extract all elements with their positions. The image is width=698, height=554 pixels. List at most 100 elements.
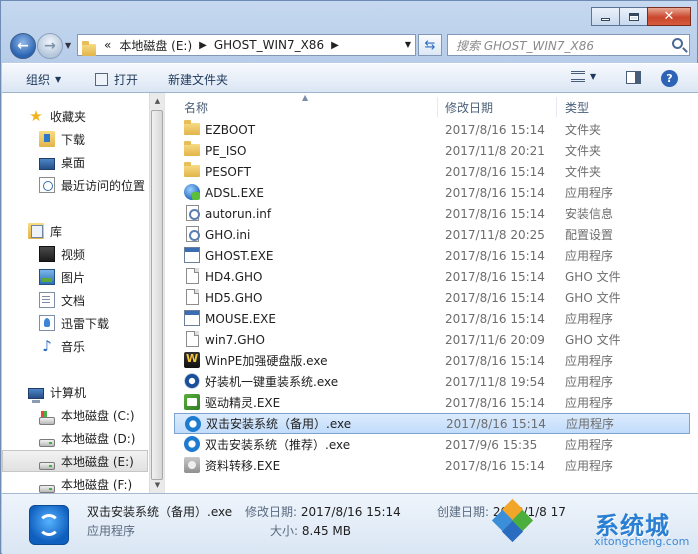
column-separator[interactable] xyxy=(437,97,438,117)
document-library-icon xyxy=(39,292,55,308)
recent-pages-dropdown[interactable]: ▼ xyxy=(65,41,71,50)
file-row[interactable]: win7.GHO 2017/11/6 20:09 GHO 文件 xyxy=(174,329,690,350)
transfer-icon xyxy=(184,457,200,473)
sidebar-libraries[interactable]: 库 xyxy=(2,220,148,242)
column-header-date[interactable]: 修改日期 xyxy=(445,99,493,116)
file-row[interactable]: GHOST.EXE 2017/8/16 15:14 应用程序 xyxy=(174,245,690,266)
forward-button[interactable]: → xyxy=(37,33,63,59)
address-overflow[interactable]: « xyxy=(104,38,111,52)
column-header-name[interactable]: 名称 xyxy=(184,99,208,116)
chevron-down-icon: ▼ xyxy=(55,75,62,84)
config-file-icon xyxy=(186,205,200,221)
sidebar-item-drive-e[interactable]: 本地磁盘 (E:) xyxy=(2,450,148,472)
file-name: win7.GHO xyxy=(205,332,265,347)
file-name: 驱动精灵.EXE xyxy=(205,396,281,410)
sidebar-item-videos[interactable]: 视频 xyxy=(2,243,148,265)
chevron-right-icon[interactable]: ▶ xyxy=(331,40,339,51)
sidebar-computer[interactable]: 计算机 xyxy=(2,381,148,403)
file-name: WinPE加强硬盘版.exe xyxy=(205,354,328,368)
sidebar-item-drive-d[interactable]: 本地磁盘 (D:) xyxy=(2,427,148,449)
scroll-down-icon[interactable]: ▼ xyxy=(150,477,165,493)
file-type: 文件夹 xyxy=(565,165,602,179)
sidebar-item-drive-c[interactable]: 本地磁盘 (C:) xyxy=(2,404,148,426)
file-name: 好装机一键重装系统.exe xyxy=(205,375,339,389)
back-button[interactable]: ← xyxy=(10,33,36,59)
file-date: 2017/8/16 15:14 xyxy=(445,122,545,137)
sidebar-item-downloads[interactable]: 下载 xyxy=(2,128,148,150)
thunder-download-icon xyxy=(39,315,55,331)
minimize-button[interactable] xyxy=(591,7,620,26)
file-row[interactable]: autorun.inf 2017/8/16 15:14 安装信息 xyxy=(174,203,690,224)
help-button[interactable]: ? xyxy=(661,70,678,87)
caption-buttons: ✕ xyxy=(591,7,691,26)
sidebar-item-drive-f[interactable]: 本地磁盘 (F:) xyxy=(2,473,148,495)
sidebar-favorites[interactable]: ★ 收藏夹 xyxy=(2,105,148,127)
sidebar-item-music[interactable]: ♪ 音乐 xyxy=(2,335,148,357)
file-row[interactable]: 好装机一键重装系统.exe 2017/11/8 19:54 应用程序 xyxy=(174,371,690,392)
sidebar-item-thunder-downloads[interactable]: 迅雷下载 xyxy=(2,312,148,334)
downloads-folder-icon xyxy=(39,131,55,147)
file-icon xyxy=(186,268,199,284)
address-bar[interactable]: « 本地磁盘 (E:) ▶ GHOST_WIN7_X86 ▶ ▼ xyxy=(77,34,416,56)
file-type: 应用程序 xyxy=(566,417,615,431)
file-row[interactable]: 资料转移.EXE 2017/8/16 15:14 应用程序 xyxy=(174,455,690,476)
exe-icon xyxy=(184,310,200,326)
scroll-up-icon[interactable]: ▲ xyxy=(150,93,165,109)
file-row[interactable]: MOUSE.EXE 2017/8/16 15:14 应用程序 xyxy=(174,308,690,329)
open-button[interactable]: 打开 xyxy=(95,71,138,88)
maximize-button[interactable] xyxy=(619,7,648,26)
address-dropdown-icon[interactable]: ▼ xyxy=(405,40,411,49)
sync-icon xyxy=(184,436,200,452)
navigation-pane: ★ 收藏夹 下载 桌面 最近访问的位置 库 视频 图片 文档 迅雷下载 ♪ 音乐 计… xyxy=(2,93,149,493)
disc-icon xyxy=(184,373,200,389)
preview-pane-button[interactable] xyxy=(626,71,641,84)
file-row[interactable]: PESOFT 2017/8/16 15:14 文件夹 xyxy=(174,161,690,182)
file-row[interactable]: PE_ISO 2017/11/8 20:21 文件夹 xyxy=(174,140,690,161)
chevron-right-icon[interactable]: ▶ xyxy=(199,40,207,51)
file-row[interactable]: WinPE加强硬盘版.exe 2017/8/16 15:14 应用程序 xyxy=(174,350,690,371)
refresh-button[interactable]: ⇆ xyxy=(418,34,442,56)
file-row[interactable]: 驱动精灵.EXE 2017/8/16 15:14 应用程序 xyxy=(174,392,690,413)
file-row[interactable]: EZBOOT 2017/8/16 15:14 文件夹 xyxy=(174,119,690,140)
breadcrumb-folder[interactable]: GHOST_WIN7_X86 ▶ xyxy=(214,38,346,52)
file-row[interactable]: 双击安装系统（推荐）.exe 2017/9/6 15:35 应用程序 xyxy=(174,434,690,455)
navigation-scrollbar[interactable]: ▲ ▼ xyxy=(149,93,164,493)
file-type: GHO 文件 xyxy=(565,291,621,305)
details-file-kind: 应用程序 xyxy=(87,524,136,538)
file-date: 2017/11/6 20:09 xyxy=(445,332,545,347)
globe-icon xyxy=(184,184,200,200)
column-header-type[interactable]: 类型 xyxy=(565,99,589,116)
sidebar-item-pictures[interactable]: 图片 xyxy=(2,266,148,288)
search-icon[interactable] xyxy=(672,38,683,49)
file-date: 2017/8/16 15:14 xyxy=(446,416,546,431)
file-type: 应用程序 xyxy=(565,249,614,263)
sidebar-item-desktop[interactable]: 桌面 xyxy=(2,151,148,173)
file-icon xyxy=(186,289,199,305)
file-date: 2017/8/16 15:14 xyxy=(445,269,545,284)
scrollbar-thumb[interactable] xyxy=(151,110,163,480)
sidebar-item-recent-places[interactable]: 最近访问的位置 xyxy=(2,174,148,196)
file-row[interactable]: HD5.GHO 2017/8/16 15:14 GHO 文件 xyxy=(174,287,690,308)
preview-pane-icon xyxy=(626,71,641,84)
new-folder-button[interactable]: 新建文件夹 xyxy=(168,71,228,88)
file-row[interactable]: HD4.GHO 2017/8/16 15:14 GHO 文件 xyxy=(174,266,690,287)
file-name: autorun.inf xyxy=(205,206,272,221)
search-placeholder: 搜索 GHOST_WIN7_X86 xyxy=(456,38,595,53)
file-date: 2017/8/16 15:14 xyxy=(445,164,545,179)
close-button[interactable]: ✕ xyxy=(647,7,691,26)
refresh-icon: ⇆ xyxy=(424,37,436,53)
sidebar-item-documents[interactable]: 文档 xyxy=(2,289,148,311)
file-row[interactable]: GHO.ini 2017/11/8 20:25 配置设置 xyxy=(174,224,690,245)
column-separator[interactable] xyxy=(556,97,557,117)
file-list: ▲ 名称 修改日期 类型 EZBOOT 2017/8/16 15:14 文件夹 PE_… xyxy=(170,93,698,493)
breadcrumb-drive[interactable]: 本地磁盘 (E:) ▶ xyxy=(119,37,214,54)
file-row[interactable]: 双击安装系统（备用）.exe 2017/8/16 15:14 应用程序 xyxy=(174,413,690,434)
file-row[interactable]: ADSL.EXE 2017/8/16 15:14 应用程序 xyxy=(174,182,690,203)
file-date: 2017/9/6 15:35 xyxy=(445,437,538,452)
content-area: ★ 收藏夹 下载 桌面 最近访问的位置 库 视频 图片 文档 迅雷下载 ♪ 音乐 计… xyxy=(2,93,698,493)
search-input[interactable]: 搜索 GHOST_WIN7_X86 xyxy=(447,34,690,56)
view-options-button[interactable]: ▼ xyxy=(571,71,596,82)
help-icon: ? xyxy=(661,70,678,87)
organize-button[interactable]: 组织 ▼ xyxy=(26,71,61,88)
hard-drive-icon xyxy=(39,462,55,470)
